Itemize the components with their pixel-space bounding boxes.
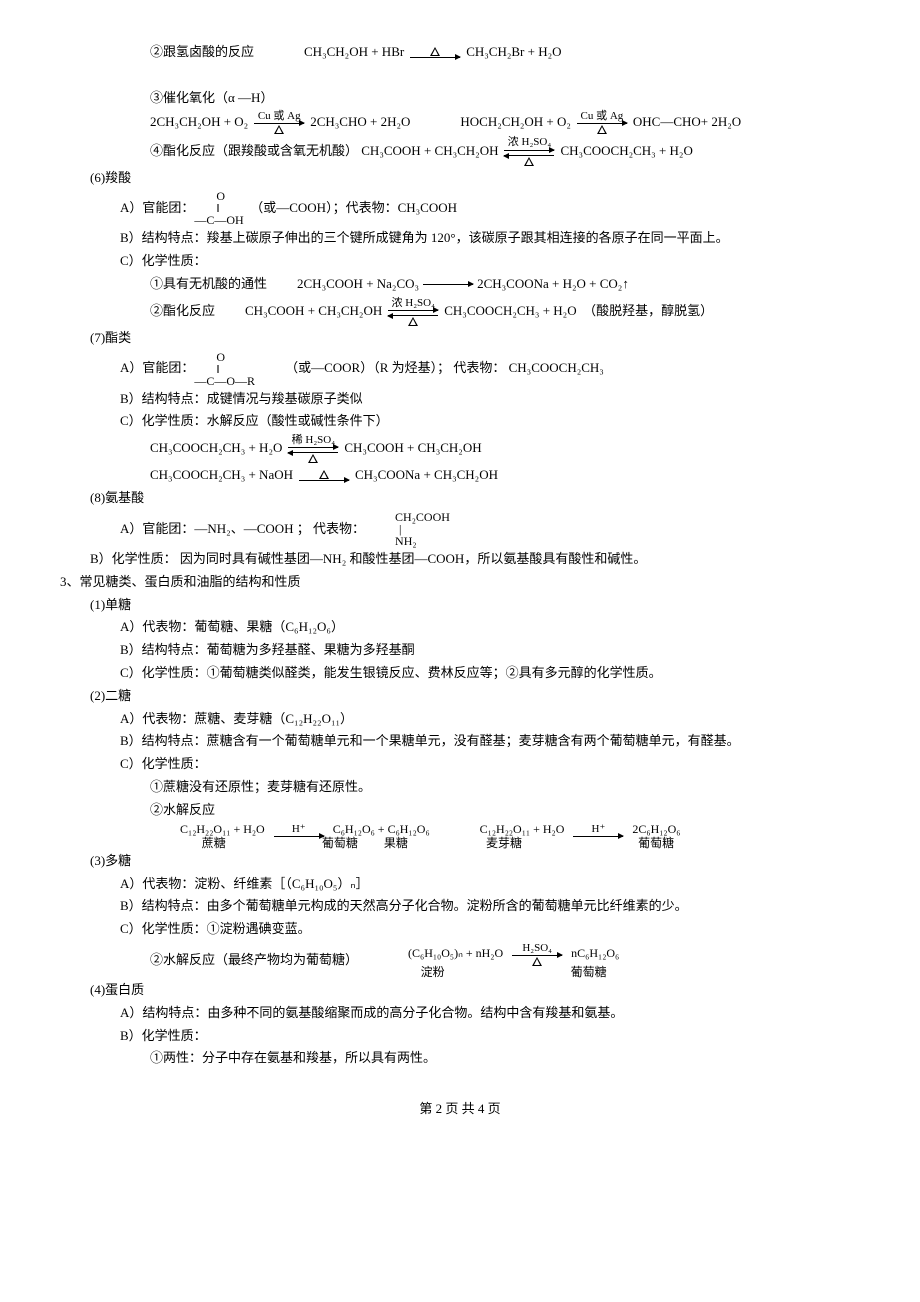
sugar2-c: C）化学性质： bbox=[60, 754, 860, 775]
section-7-title: (7)酯类 bbox=[60, 328, 860, 349]
s7-c1: CH₃COOCH₂CH₃ + H₂O 稀 H₂SO₄ CH₃COOH + CH₃… bbox=[60, 434, 860, 463]
ester-structure: O ‖ —C—O—R bbox=[194, 351, 255, 387]
arrow-cond bbox=[406, 47, 464, 58]
sugar3-c: C）化学性质：①淀粉遇碘变蓝。 bbox=[60, 919, 860, 940]
lhs: CH₃CH₂OH + HBr bbox=[304, 42, 404, 63]
sugar2-b: B）结构特点：蔗糖含有一个葡萄糖单元和一个果糖单元，没有醛基；麦芽糖含有两个葡萄… bbox=[60, 731, 860, 752]
sugar3-title: (3)多糖 bbox=[60, 851, 860, 872]
s8-b: B）化学性质： 因为同时具有碱性基团—NH₂ 和酸性基团—COOH，所以氨基酸具… bbox=[60, 549, 860, 570]
sugar3-c2: ②水解反应（最终产物均为葡萄糖） (C₆H₁₀O₅)ₙ + nH₂O H₂SO₄… bbox=[60, 942, 860, 978]
sugar2-title: (2)二糖 bbox=[60, 686, 860, 707]
sugar2-c1: ①蔗糖没有还原性；麦芽糖有还原性。 bbox=[60, 777, 860, 798]
protein-a: A）结构特点：由多种不同的氨基酸缩聚而成的高分子化合物。结构中含有羧基和氨基。 bbox=[60, 1003, 860, 1024]
section-6-title: (6)羧酸 bbox=[60, 168, 860, 189]
sugar1-a: A）代表物：葡萄糖、果糖（C₆H₁₂O₆） bbox=[60, 617, 860, 638]
sugar2-c2: ②水解反应 bbox=[60, 800, 860, 821]
s7-c: C）化学性质：水解反应（酸性或碱性条件下） bbox=[60, 411, 860, 432]
s6-c2: ②酯化反应 CH₃COOH + CH₃CH₂OH 浓 H₂SO₄ CH₃COOC… bbox=[60, 297, 860, 326]
amino-acid-structure: CH₂COOH | NH₂ bbox=[395, 511, 450, 547]
s7-a: A）官能团： O ‖ —C—O—R （或—COOR）（R 为烃基）； 代表物： … bbox=[60, 351, 860, 387]
s7-b: B）结构特点：成键情况与羧基碳原子类似 bbox=[60, 389, 860, 410]
page-footer: 第 2 页 共 4 页 bbox=[60, 1099, 860, 1120]
s8-a: A）官能团：—NH₂、—COOH ； 代表物： CH₂COOH | NH₂ bbox=[60, 511, 860, 547]
s7-c2: CH₃COOCH₂CH₃ + NaOH CH₃COONa + CH₃CH₂OH bbox=[60, 465, 860, 486]
sugar1-c: C）化学性质：①葡萄糖类似醛类，能发生银镜反应、费林反应等；②具有多元醇的化学性… bbox=[60, 663, 860, 684]
s6-c: C）化学性质： bbox=[60, 251, 860, 272]
sugar3-b: B）结构特点：由多个葡萄糖单元构成的天然高分子化合物。淀粉所含的葡萄糖单元比纤维… bbox=[60, 896, 860, 917]
sugar2-a: A）代表物：蔗糖、麦芽糖（C₁₂H₂₂O₁₁） bbox=[60, 709, 860, 730]
label: ②跟氢卤酸的反应 bbox=[150, 42, 254, 63]
sucrose-hydrolysis-row: C₁₂H₂₂O₁₁ + H₂O H⁺ C₆H₁₂O₆ + C₆H₁₂O₆ 蔗糖 … bbox=[60, 823, 860, 849]
rhs: CH₃CH₂Br + H₂O bbox=[466, 42, 561, 63]
protein-title: (4)蛋白质 bbox=[60, 980, 860, 1001]
catalytic-oxidation-eq: 2CH₃CH₂OH + O₂ Cu 或 Ag 2CH₃CHO + 2H₂O HO… bbox=[60, 110, 860, 134]
section-8-title: (8)氨基酸 bbox=[60, 488, 860, 509]
sugar1-b: B）结构特点：葡萄糖为多羟基醛、果糖为多羟基酮 bbox=[60, 640, 860, 661]
s6-a: A）官能团： O ‖ —C—OH （或—COOH）；代表物：CH₃COOH bbox=[60, 190, 860, 226]
protein-b: B）化学性质： bbox=[60, 1026, 860, 1047]
carboxyl-structure: O ‖ —C—OH bbox=[194, 190, 243, 226]
protein-b1: ①两性：分子中存在氨基和羧基，所以具有两性。 bbox=[60, 1048, 860, 1069]
esterification-eq: ④酯化反应（跟羧酸或含氧无机酸） CH₃COOH + CH₃CH₂OH 浓 H₂… bbox=[60, 136, 860, 165]
sugar1-title: (1)单糖 bbox=[60, 595, 860, 616]
s6-c1: ①具有无机酸的通性 2CH₃COOH + Na₂CO₃ 2CH₃COONa + … bbox=[60, 274, 860, 295]
reaction-hbr: ②跟氢卤酸的反应 CH₃CH₂OH + HBr CH₃CH₂Br + H₂O bbox=[60, 42, 860, 63]
s6-b: B）结构特点：羧基上碳原子伸出的三个键所成键角为 120°，该碳原子跟其相连接的… bbox=[60, 228, 860, 249]
section-3-title: 3、常见糖类、蛋白质和油脂的结构和性质 bbox=[60, 572, 860, 593]
catalytic-oxidation-label: ③催化氧化（α —H） bbox=[60, 88, 860, 109]
sugar3-a: A）代表物：淀粉、纤维素［（C₆H₁₀O₅）ₙ］ bbox=[60, 874, 860, 895]
